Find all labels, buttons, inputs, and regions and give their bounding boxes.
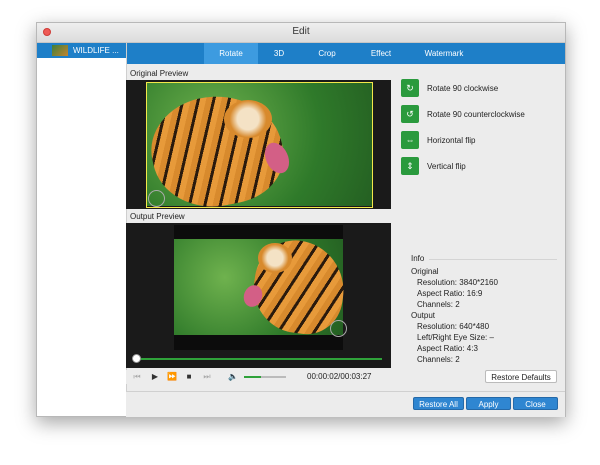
output-eye-size: Left/Right Eye Size: – <box>417 333 494 342</box>
progress-track[interactable] <box>136 358 382 360</box>
tab-3d[interactable]: 3D <box>258 43 300 64</box>
rotate-actions: ↻ Rotate 90 clockwise ↺ Rotate 90 counte… <box>401 79 561 179</box>
tiger-face-output <box>258 243 292 273</box>
output-video-frame <box>174 235 350 339</box>
info-title: Info <box>411 254 425 263</box>
vertical-flip-label: Vertical flip <box>427 162 466 171</box>
original-channels: Channels: 2 <box>417 300 460 309</box>
output-heading: Output <box>411 311 436 320</box>
edit-window: Edit WILDLIFE ... Rotate 3D Crop Effect … <box>36 22 566 417</box>
tab-watermark[interactable]: Watermark <box>408 43 480 64</box>
tab-effect[interactable]: Effect <box>354 43 408 64</box>
file-list-item[interactable]: WILDLIFE ... <box>37 43 126 58</box>
edit-tabs: Rotate 3D Crop Effect Watermark <box>127 43 565 64</box>
close-button[interactable]: Close <box>513 397 558 410</box>
tab-crop[interactable]: Crop <box>300 43 354 64</box>
original-aspect-ratio: Aspect Ratio: 16:9 <box>417 289 483 298</box>
volume-level <box>244 376 261 378</box>
crop-selection-frame[interactable] <box>146 82 373 208</box>
output-channels: Channels: 2 <box>417 355 460 364</box>
horizontal-flip-icon[interactable]: ⇔ <box>401 131 419 149</box>
fast-forward-icon[interactable]: ⏩ <box>167 371 177 382</box>
original-resolution: Resolution: 3840*2160 <box>417 278 498 287</box>
output-aspect-ratio: Aspect Ratio: 4:3 <box>417 344 478 353</box>
rotate-ccw-label: Rotate 90 counterclockwise <box>427 110 525 119</box>
file-sidebar: WILDLIFE ... <box>37 43 127 416</box>
progress-thumb[interactable] <box>132 354 141 363</box>
original-preview-label: Original Preview <box>130 69 189 78</box>
rotate-ccw-icon[interactable]: ↺ <box>401 105 419 123</box>
volume-track[interactable] <box>244 376 286 378</box>
output-control-icon[interactable] <box>330 320 347 337</box>
tab-rotate[interactable]: Rotate <box>204 43 258 64</box>
title-bar: Edit <box>37 23 565 43</box>
skip-forward-icon[interactable]: ⏭ <box>202 371 212 382</box>
info-divider <box>429 259 557 260</box>
stop-icon[interactable]: ■ <box>184 371 194 382</box>
vertical-flip-icon[interactable]: ⇕ <box>401 157 419 175</box>
original-heading: Original <box>411 267 439 276</box>
horizontal-flip-label: Horizontal flip <box>427 136 476 145</box>
play-icon[interactable]: ▶ <box>150 371 160 382</box>
restore-defaults-button[interactable]: Restore Defaults <box>485 370 557 383</box>
rotate-handle-icon[interactable] <box>148 190 165 207</box>
file-name: WILDLIFE ... <box>73 46 119 55</box>
output-preview-label: Output Preview <box>130 212 185 221</box>
apply-button[interactable]: Apply <box>466 397 511 410</box>
rotate-cw-label: Rotate 90 clockwise <box>427 84 499 93</box>
window-title: Edit <box>292 26 310 37</box>
volume-icon[interactable]: 🔈 <box>228 371 238 382</box>
video-thumbnail <box>52 45 68 56</box>
output-preview <box>126 223 391 368</box>
skip-back-icon[interactable]: ⏮ <box>132 371 142 382</box>
original-preview <box>126 80 391 209</box>
restore-all-button[interactable]: Restore All <box>413 397 464 410</box>
player-controls: ⏮ ▶ ⏩ ■ ⏭ 🔈 00:00:02/00:03:27 <box>126 370 391 384</box>
output-resolution: Resolution: 640*480 <box>417 322 490 331</box>
rotate-cw-icon[interactable]: ↻ <box>401 79 419 97</box>
playback-time: 00:00:02/00:03:27 <box>307 372 372 381</box>
